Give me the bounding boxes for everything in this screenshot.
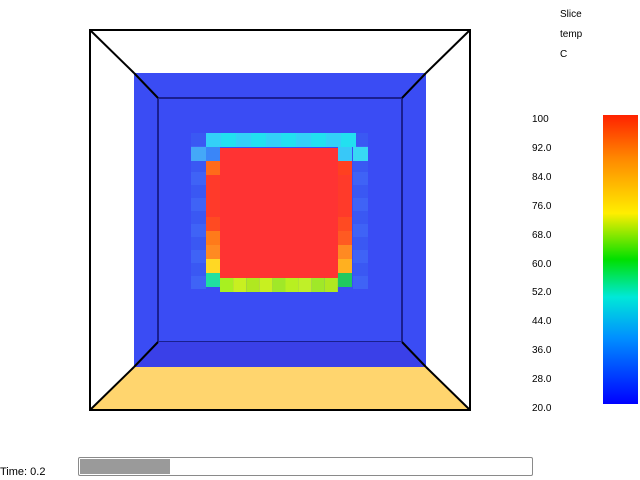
temperature-cell [233, 278, 247, 292]
temperature-cell [353, 172, 368, 185]
temperature-cell [272, 278, 286, 292]
temperature-cell [311, 133, 326, 147]
variable-name-label: temp [560, 29, 583, 40]
temperature-cell [338, 189, 352, 203]
temperature-cell [246, 278, 260, 292]
temperature-cell [353, 250, 368, 263]
temperature-cell [298, 278, 312, 292]
temperature-cell [353, 276, 368, 289]
temperature-cell [266, 133, 281, 147]
temperature-cell [251, 133, 266, 147]
temperature-cell [206, 245, 220, 259]
temperature-cell [353, 185, 368, 198]
colorbar-tick-label: 36.0 [532, 345, 552, 357]
temperature-cell [341, 133, 356, 147]
temperature-cell [338, 245, 352, 259]
temperature-cell [338, 231, 352, 245]
temperature-cell [324, 278, 338, 292]
temperature-cell [259, 278, 273, 292]
temperature-cell [206, 175, 220, 189]
temperature-cell [206, 147, 220, 161]
temperature-cell [191, 250, 206, 263]
time-slider-fill [80, 459, 171, 474]
colorbar [603, 115, 638, 404]
temperature-cell [353, 198, 368, 211]
temperature-cell [191, 237, 206, 250]
temperature-cell [353, 224, 368, 237]
colorbar-tick-label: 52.0 [532, 287, 552, 299]
temperature-cell [338, 259, 352, 273]
wall-lower-band [134, 342, 426, 367]
colorbar-tick-label: 76.0 [532, 200, 552, 212]
colorbar-tick-label: 44.0 [532, 316, 552, 328]
temperature-cell [353, 211, 368, 224]
floor-plane [90, 367, 470, 410]
temperature-cell [353, 263, 368, 276]
temperature-cell [338, 161, 352, 175]
temperature-cell [191, 276, 206, 289]
temperature-cell [191, 211, 206, 224]
temperature-cell [338, 175, 352, 189]
temperature-cell [206, 203, 220, 217]
colorbar-tick-label: 68.0 [532, 229, 552, 241]
unit-label: C [560, 49, 568, 60]
temperature-cell [221, 133, 236, 147]
hot-core [220, 148, 338, 278]
temperature-cell [191, 147, 206, 161]
temperature-cell [191, 224, 206, 237]
temperature-cell [206, 217, 220, 231]
temperature-cell [191, 172, 206, 185]
colorbar-tick-label: 92.0 [532, 142, 552, 154]
temperature-cell [206, 133, 221, 147]
temperature-cell [296, 133, 311, 147]
temperature-cell [206, 259, 220, 273]
temperature-cell [285, 278, 299, 292]
temperature-cell [338, 273, 352, 287]
colorbar-tick-label: 100 [532, 114, 549, 125]
temperature-cell [191, 185, 206, 198]
time-slider[interactable] [78, 457, 533, 476]
temperature-cell [206, 231, 220, 245]
temperature-cell [353, 237, 368, 250]
temperature-cell [236, 133, 251, 147]
colorbar-tick-label: 20.0 [532, 403, 552, 414]
colorbar-tick-label: 28.0 [532, 374, 552, 386]
temperature-cell [206, 189, 220, 203]
temperature-cell [326, 133, 341, 147]
temperature-cell [281, 133, 296, 147]
temperature-cell [191, 133, 206, 146]
temperature-cell [206, 273, 220, 287]
temperature-cell [338, 217, 352, 231]
temperature-cell [191, 263, 206, 276]
colorbar-tick-label: 84.0 [532, 171, 552, 183]
temperature-cell [338, 203, 352, 217]
temperature-cell [338, 147, 352, 161]
colorbar-tick-label: 60.0 [532, 258, 552, 270]
temperature-cell [191, 198, 206, 211]
temperature-cell [353, 147, 368, 161]
temperature-cell [220, 278, 234, 292]
slice-type-label: Slice [560, 9, 582, 20]
temperature-cell [311, 278, 325, 292]
temperature-cell [206, 161, 220, 175]
time-label: Time: 0.2 [0, 466, 46, 478]
